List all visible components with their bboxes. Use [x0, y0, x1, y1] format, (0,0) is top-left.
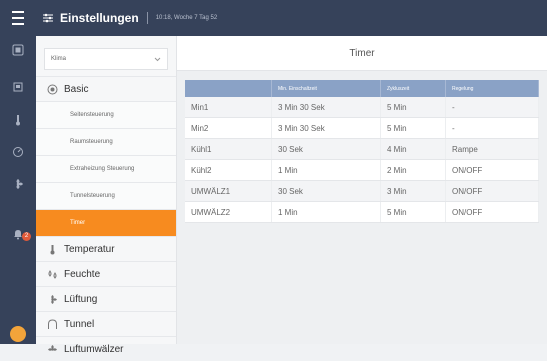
panel-title: Timer [177, 36, 547, 71]
menu-button[interactable] [0, 0, 36, 36]
table-row[interactable]: UMWÄLZ1 30 Sek 3 Min ON/OFF [185, 180, 539, 202]
row-regelung[interactable]: Rampe [445, 138, 539, 160]
sliders-icon [43, 13, 53, 23]
sidebar-section-temperatur[interactable]: Temperatur [36, 236, 176, 261]
left-rail: 2 [0, 36, 36, 344]
circulator-icon [46, 343, 58, 355]
row-min-einschaltzeit[interactable]: 3 Min 30 Sek [271, 117, 381, 139]
row-min-einschaltzeit[interactable]: 1 Min [271, 159, 381, 181]
chevron-down-icon [154, 57, 161, 61]
sidebar-section-label: Tunnel [64, 318, 95, 330]
row-name: UMWÄLZ1 [185, 180, 272, 202]
sidebar-section-label: Basic [64, 83, 89, 95]
notification-badge: 2 [22, 232, 31, 241]
table-header-row: Min. Einschaltzeit Zykluszeit Regelung [185, 80, 539, 97]
table-row[interactable]: Kühl2 1 Min 2 Min ON/OFF [185, 159, 539, 181]
row-zykluszeit[interactable]: 5 Min [380, 201, 446, 223]
table-row[interactable]: Kühl1 30 Sek 4 Min Rampe [185, 138, 539, 160]
category-select-value: Klima [51, 56, 67, 62]
row-name: Min1 [185, 97, 272, 118]
row-min-einschaltzeit[interactable]: 3 Min 30 Sek [271, 97, 381, 118]
tunnel-icon [46, 318, 58, 330]
fan-icon [46, 293, 58, 305]
date-time-label: 10:18, Woche 7 Tag 52 [155, 15, 218, 21]
sidebar-item-raumsteuerung[interactable]: Raumsteuerung [36, 128, 176, 155]
thermometer-icon[interactable] [10, 112, 26, 128]
page-title-area: Einstellungen 10:18, Woche 7 Tag 52 [42, 11, 217, 25]
table-row[interactable]: UMWÄLZ2 1 Min 5 Min ON/OFF [185, 201, 539, 223]
row-zykluszeit[interactable]: 3 Min [380, 180, 446, 202]
row-name: Kühl1 [185, 138, 272, 160]
sidebar-section-label: Feuchte [64, 268, 101, 280]
sun-icon [46, 83, 58, 95]
row-regelung[interactable]: ON/OFF [445, 180, 539, 202]
sidebar-section-feuchte[interactable]: Feuchte [36, 261, 176, 286]
fan-icon[interactable] [10, 176, 26, 192]
thermometer-icon [46, 243, 58, 255]
top-bar: Einstellungen 10:18, Woche 7 Tag 52 [0, 0, 547, 36]
row-min-einschaltzeit[interactable]: 30 Sek [271, 138, 381, 160]
sidebar-item-seitensteuerung[interactable]: Seitensteuerung [36, 101, 176, 128]
main-panel: Timer Min. Einschaltzeit Zykluszeit Rege… [177, 36, 547, 344]
row-zykluszeit[interactable]: 4 Min [380, 138, 446, 160]
sidebar-section-luftumwaelzer[interactable]: Luftumwälzer [36, 336, 176, 361]
timer-icon[interactable] [10, 144, 26, 160]
row-min-einschaltzeit[interactable]: 1 Min [271, 201, 381, 223]
sidebar-section-label: Temperatur [64, 243, 115, 255]
sidebar-section-basic[interactable]: Basic [36, 76, 176, 101]
table-row[interactable]: Min2 3 Min 30 Sek 5 Min - [185, 117, 539, 139]
row-zykluszeit[interactable]: 5 Min [380, 117, 446, 139]
dashboard-icon[interactable] [10, 42, 26, 58]
row-zykluszeit[interactable]: 5 Min [380, 97, 446, 118]
sidebar-section-label: Luftumwälzer [64, 343, 124, 355]
column-header-zykluszeit: Zykluszeit [380, 80, 446, 97]
house-icon[interactable] [10, 78, 26, 94]
category-select[interactable]: Klima [44, 48, 168, 70]
column-header-regelung: Regelung [445, 80, 539, 97]
sidebar-item-extraheizung[interactable]: Extraheizung Steuerung [36, 155, 176, 182]
sidebar-section-label: Lüftung [64, 293, 98, 305]
column-header-min-einschaltzeit: Min. Einschaltzeit [271, 80, 381, 97]
row-regelung[interactable]: - [445, 97, 539, 118]
row-min-einschaltzeit[interactable]: 30 Sek [271, 180, 381, 202]
hamburger-icon [12, 9, 24, 27]
table-row[interactable]: Min1 3 Min 30 Sek 5 Min - [185, 97, 539, 118]
row-regelung[interactable]: ON/OFF [445, 159, 539, 181]
sidebar-section-tunnel[interactable]: Tunnel [36, 311, 176, 336]
column-header-name [185, 80, 272, 97]
row-regelung[interactable]: - [445, 117, 539, 139]
row-name: UMWÄLZ2 [185, 201, 272, 223]
row-zykluszeit[interactable]: 2 Min [380, 159, 446, 181]
title-divider [146, 12, 148, 24]
timer-table: Min. Einschaltzeit Zykluszeit Regelung M… [185, 80, 539, 223]
sidebar-item-tunnelsteuerung[interactable]: Tunnelsteuerung [36, 182, 176, 209]
row-name: Min2 [185, 117, 272, 139]
avatar[interactable] [10, 326, 26, 342]
row-regelung[interactable]: ON/OFF [445, 201, 539, 223]
sidebar-item-timer[interactable]: Timer [36, 209, 176, 236]
sidebar-section-lueftung[interactable]: Lüftung [36, 286, 176, 311]
settings-sidebar: Klima Basic Seitensteuerung Raumsteuerun… [36, 36, 177, 355]
row-name: Kühl2 [185, 159, 272, 181]
page-title: Einstellungen [60, 11, 139, 25]
humidity-icon [46, 268, 58, 280]
